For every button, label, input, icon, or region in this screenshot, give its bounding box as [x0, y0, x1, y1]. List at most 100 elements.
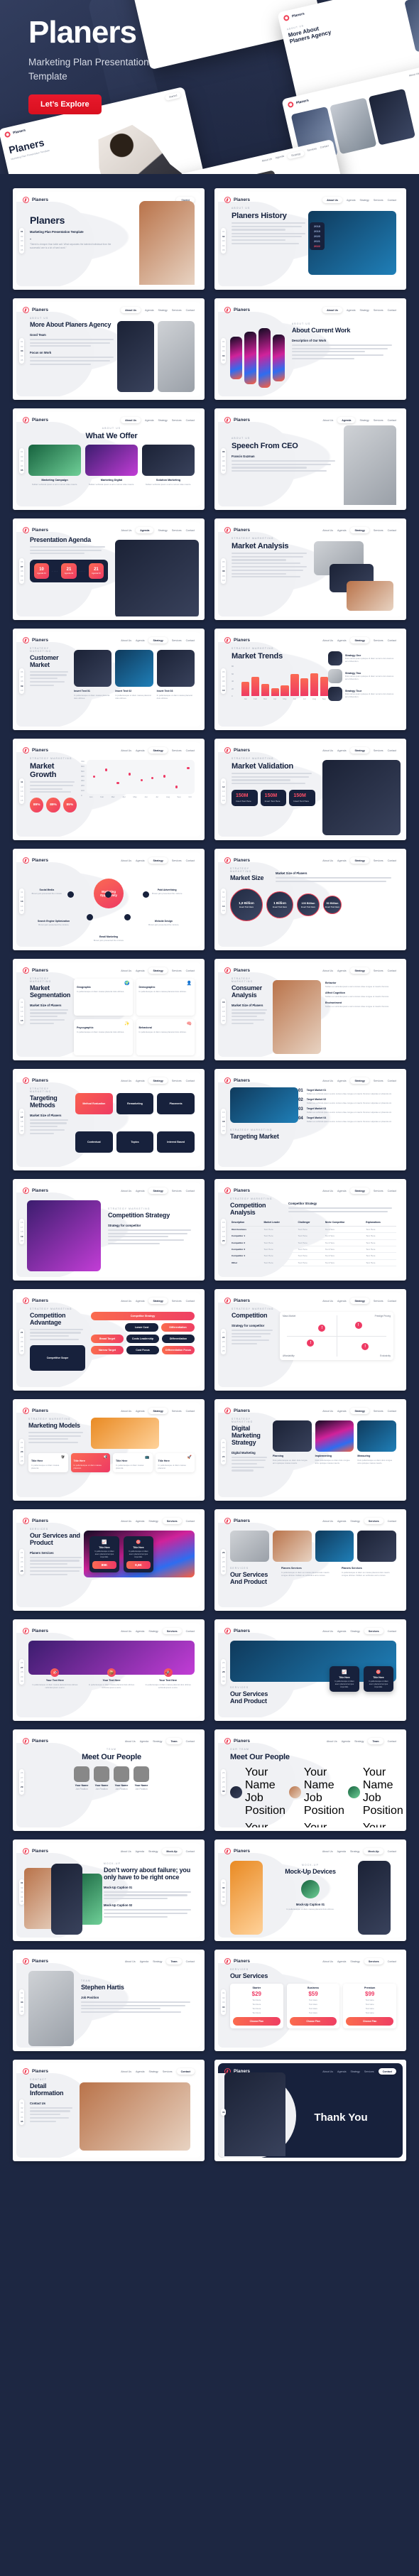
nav-item-contact[interactable]: Contact — [388, 419, 396, 422]
nav-item-strategy[interactable]: Strategy — [350, 1408, 369, 1414]
nav-item-about-us[interactable]: About Us — [322, 1190, 333, 1192]
customer-card[interactable]: Insert Text 03 In pellentesque ut diam ma… — [156, 650, 195, 725]
pager-item[interactable]: 07 — [21, 675, 23, 678]
slide-card[interactable]: Planers About Us Agenda Strategy Services Con… — [214, 1289, 406, 1391]
nav-item-about-us[interactable]: About Us — [121, 1630, 131, 1633]
slide-card[interactable]: Planers About Us Agenda Strategy Mock-Up Cont… — [214, 1839, 406, 1941]
nav-item-strategy[interactable]: Strategy — [148, 967, 168, 974]
nav-item-agenda[interactable]: Agenda — [337, 969, 346, 972]
pager-item[interactable]: 27 — [222, 1666, 224, 1669]
pager-item[interactable]: 29 — [21, 1786, 23, 1788]
pager-item[interactable]: 10 — [222, 579, 224, 582]
nav-item-services[interactable]: Services — [162, 1628, 182, 1634]
pager-item[interactable]: 28 — [222, 1560, 224, 1563]
pager-item[interactable]: 32 — [21, 1886, 23, 1889]
pager-item[interactable]: 11 — [222, 781, 224, 783]
nav-item-about-us[interactable]: About Us — [121, 1300, 131, 1303]
pager-item[interactable]: 31 — [21, 1991, 23, 1994]
nav-item-about-us[interactable]: About Us — [121, 2070, 131, 2073]
pager-item[interactable]: 20 — [222, 1019, 224, 1022]
plan-cta-button[interactable]: Choose Plan — [289, 2016, 337, 2026]
pager-item[interactable]: 15 — [21, 799, 23, 802]
pager-item[interactable]: 06 — [222, 670, 224, 673]
pager-item[interactable]: 02 — [222, 235, 224, 238]
nav-item-services[interactable]: Services — [172, 419, 182, 422]
nav-item-agenda[interactable]: Agenda — [136, 969, 144, 972]
pager-item[interactable]: 25 — [222, 1349, 224, 1352]
pager-item[interactable]: 25 — [21, 1460, 23, 1462]
slide-card[interactable]: Planers About Us Agenda Strategy Services Con… — [13, 959, 205, 1060]
pager-item[interactable]: 15 — [21, 1019, 23, 1022]
pager-item[interactable]: 23 — [21, 1450, 23, 1453]
pager-item[interactable]: 33 — [222, 2001, 224, 2004]
pager-item[interactable]: 24 — [222, 1455, 224, 1458]
pager-item[interactable]: 33 — [21, 1891, 23, 1893]
nav-item-contact[interactable]: Contact — [388, 1630, 396, 1633]
pager-item[interactable]: 09 — [21, 575, 23, 577]
nav-item-strategy[interactable]: Strategy — [148, 1520, 158, 1523]
nav-item-contact[interactable]: Contact — [186, 309, 195, 312]
pricing-plan[interactable]: Premium $99 Text Here Text Here Text Here Tex… — [343, 1983, 397, 2028]
nav-item-services[interactable]: Services — [172, 639, 182, 642]
pager-item[interactable]: 34 — [222, 2006, 224, 2009]
slide-card[interactable]: Planers About Us Agenda Strategy Services Con… — [13, 518, 205, 620]
pager-item[interactable]: 16 — [222, 1001, 224, 1004]
nav-item-agenda[interactable]: Agenda — [342, 1740, 350, 1743]
slide-card[interactable]: Planers About Us Agenda Strategy Services Con… — [214, 849, 406, 950]
pager-item[interactable]: 28 — [21, 1670, 23, 1673]
pager-item[interactable]: 11 — [21, 1001, 23, 1004]
segmentation-card[interactable]: 🧠 Behavioral In pellentesque ut diam massa… — [136, 1018, 195, 1055]
nav-item-agenda[interactable]: Agenda — [145, 309, 153, 312]
nav-item-about-us[interactable]: About Us — [322, 2070, 333, 2073]
strategy-item[interactable]: Strategy One Duis varius quam quisque id … — [328, 651, 396, 665]
pager-item[interactable]: 08 — [222, 460, 224, 462]
nav-item-contact[interactable]: Contact — [186, 529, 195, 532]
nav-item-services[interactable]: Services — [172, 309, 182, 312]
nav-item-about-us[interactable]: About Us — [121, 859, 131, 862]
nav-item-services[interactable]: Services — [364, 1628, 383, 1634]
nav-item-about-us[interactable]: About Us — [322, 749, 333, 752]
pager-item[interactable]: 29 — [21, 1675, 23, 1678]
pager-item[interactable]: 02 — [222, 345, 224, 348]
pager-item[interactable]: 08 — [222, 570, 224, 572]
nav-item-agenda[interactable]: Agenda — [136, 749, 144, 752]
slide-card[interactable]: Planers About Us Agenda Strategy Team Contact… — [13, 1729, 205, 1831]
nav-item-services[interactable]: Services — [364, 1958, 383, 1964]
nav-item-agenda[interactable]: Agenda — [136, 1410, 144, 1413]
nav-item-about-us[interactable]: About Us — [121, 529, 131, 532]
nav-item-about-us[interactable]: About Us — [322, 1410, 333, 1413]
pager-item[interactable]: 26 — [222, 1771, 224, 1774]
nav-item-contact[interactable]: Contact — [186, 1850, 195, 1853]
pager-item[interactable]: 27 — [222, 1556, 224, 1559]
nav-item-strategy[interactable]: Strategy — [148, 747, 168, 754]
pager-item[interactable]: 07 — [222, 565, 224, 568]
pager-item[interactable]: 14 — [222, 905, 224, 908]
pager-item[interactable]: 03 — [222, 349, 224, 352]
slide-card[interactable]: Planers About Us Agenda Strategy Services Con… — [214, 739, 406, 840]
offer-card[interactable]: Marketing Campaign Nullam vehicula ipsum … — [28, 445, 81, 486]
targeting-chip[interactable]: Method Evaluation — [75, 1093, 113, 1114]
offer-card[interactable]: Marketing Digital Nullam vehicula ipsum a… — [85, 445, 138, 486]
nav-item-contact[interactable]: Contact — [388, 1190, 396, 1192]
slide-card[interactable]: Planers About Us Agenda Strategy Services Con… — [13, 298, 205, 400]
nav-item-strategy[interactable]: Strategy — [148, 2070, 158, 2073]
pager-item[interactable]: 09 — [222, 685, 224, 688]
pager-item[interactable]: 18 — [21, 1120, 23, 1123]
pager-item[interactable]: 19 — [21, 1235, 23, 1238]
nav-item-team[interactable]: Team — [166, 1958, 182, 1964]
nav-item-about-us[interactable]: About Us — [121, 1410, 131, 1413]
slide-card[interactable]: Planers About Us Agenda Strategy Services Con… — [13, 739, 205, 840]
nav-item-agenda[interactable]: Agenda — [337, 749, 346, 752]
nav-item-agenda[interactable]: Agenda — [347, 199, 355, 202]
pager-item[interactable]: 34 — [222, 1896, 224, 1898]
nav-item-agenda[interactable]: Agenda — [337, 1300, 346, 1303]
nav-item-strategy[interactable]: Strategy — [359, 199, 369, 202]
pager-item[interactable]: 35 — [21, 2120, 23, 2123]
pager-item[interactable]: 31 — [21, 2102, 23, 2104]
nav-item-about-us[interactable]: About Us — [322, 307, 343, 313]
pager-item[interactable]: 17 — [222, 1226, 224, 1229]
nav-item-services[interactable]: Services — [374, 529, 383, 532]
pager-item[interactable]: 21 — [222, 1441, 224, 1444]
nav-item-services[interactable]: Services — [374, 749, 383, 752]
nav-item-services[interactable]: Services — [364, 1518, 383, 1524]
